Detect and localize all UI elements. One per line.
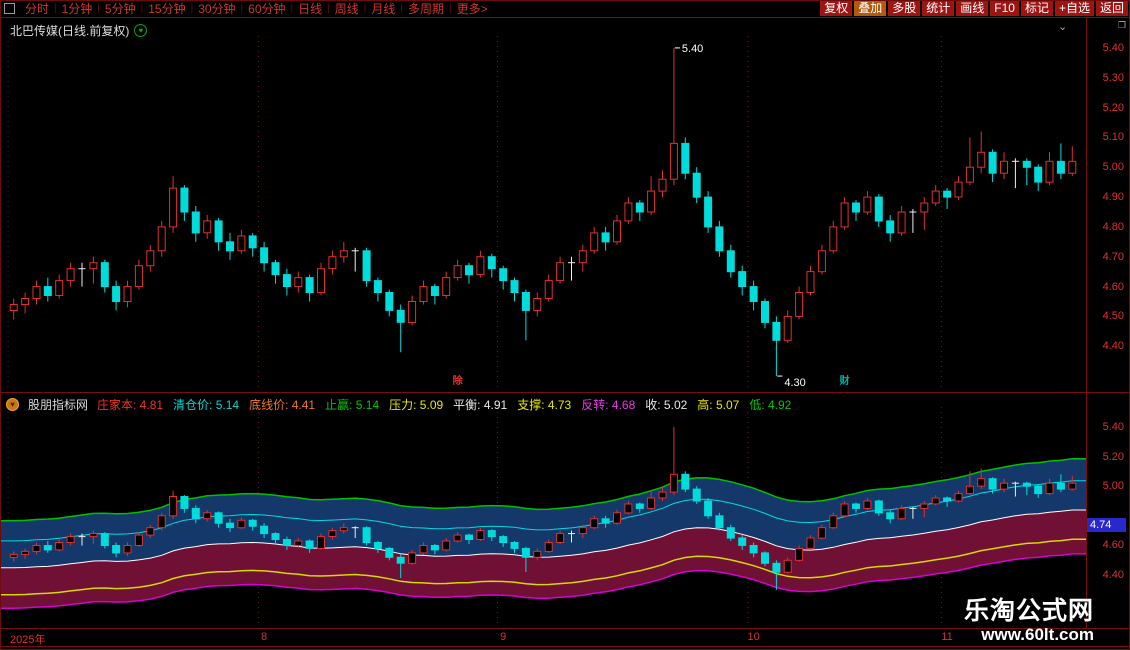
price-label: 4.40: [1103, 340, 1124, 352]
indicator-fields: 庄家本: 4.81 清仓价: 5.14 底线价: 4.41 止赢: 5.14 压力: 5…: [97, 396, 791, 413]
period-item[interactable]: 30分钟: [193, 0, 240, 17]
price-label: 5.40: [1103, 42, 1124, 54]
indicator-field: 高: 5.07: [697, 396, 739, 413]
chevron-down-icon[interactable]: ⌄: [1058, 20, 1067, 33]
date-label: 9: [500, 631, 506, 643]
event-marker: 财: [839, 374, 850, 387]
indicator-field: 低: 4.92: [749, 396, 791, 413]
period-item[interactable]: 1分钟: [57, 0, 98, 17]
toolbar-button[interactable]: 返回: [1096, 1, 1128, 16]
toolbar-button[interactable]: 复权: [820, 1, 852, 16]
favorite-heart-icon[interactable]: ♥: [134, 24, 147, 37]
toolbar-button[interactable]: +自选: [1055, 1, 1094, 16]
price-label: 4.90: [1103, 191, 1124, 203]
toolbar-button[interactable]: F10: [990, 1, 1019, 16]
indicator-header: ♥ 股朋指标网 庄家本: 4.81 清仓价: 5.14 底线价: 4.41 止赢: 5…: [6, 396, 791, 413]
price-label: 5.00: [1103, 161, 1124, 173]
indicator-field: 庄家本: 4.81: [97, 396, 163, 413]
toolbar-button[interactable]: 统计: [922, 1, 954, 16]
period-item[interactable]: 15分钟: [143, 0, 190, 17]
price-label: 5.20: [1103, 102, 1124, 114]
price-axis-main: 5.40 5.30 5.20 5.10 5.00 4.90 4.80 4.70 4.60 4.50…: [1086, 18, 1130, 392]
app-window-icon[interactable]: [4, 3, 15, 14]
period-item[interactable]: 更多>: [452, 0, 493, 17]
watermark-url: www.60lt.com: [964, 625, 1094, 644]
toolbar: 分时|1分钟|5分钟|15分钟|30分钟|60分钟|日线|周线|月线|多周期|更…: [0, 0, 1130, 18]
indicator-field: 压力: 5.09: [389, 396, 443, 413]
date-label: 10: [747, 631, 759, 643]
indicator-field: 底线价: 4.41: [249, 396, 315, 413]
window-restore-icon[interactable]: ❐: [1118, 20, 1126, 31]
main-chart-panel[interactable]: 5.404.30除财 北巴传媒(日线.前复权) ♥ ⌄ ❐ 5.405.305.…: [0, 18, 1130, 392]
indicator-field: 反转: 4.68: [581, 396, 635, 413]
indicator-field: 平衡: 4.91: [453, 396, 507, 413]
period-item[interactable]: 60分钟: [243, 0, 290, 17]
indicator-field: 止赢: 5.14: [325, 396, 379, 413]
watermark-site-name: 乐淘公式网: [964, 597, 1094, 625]
toolbar-button[interactable]: 画线: [956, 1, 988, 16]
watermark: 乐淘公式网 www.60lt.com: [964, 597, 1094, 644]
price-label: 4.70: [1103, 251, 1124, 263]
indicator-field: 支撑: 4.73: [517, 396, 571, 413]
price-label: 4.60: [1103, 281, 1124, 293]
toolbar-button[interactable]: 标记: [1021, 1, 1053, 16]
price-label: 5.30: [1103, 72, 1124, 84]
price-label: 4.50: [1103, 310, 1124, 322]
price-label: 5.40: [1103, 421, 1124, 433]
price-label: 4.80: [1103, 221, 1124, 233]
toolbar-button[interactable]: 叠加: [854, 1, 886, 16]
period-item[interactable]: 多周期: [403, 0, 449, 17]
indicator-logo-icon: ♥: [6, 398, 19, 411]
date-label: 11: [941, 631, 952, 643]
price-label: 4.40: [1103, 569, 1124, 581]
toolbar-actions: 复权叠加多股统计画线F10标记+自选返回: [820, 1, 1130, 16]
period-menu: 分时|1分钟|5分钟|15分钟|30分钟|60分钟|日线|周线|月线|多周期|更…: [20, 0, 493, 17]
period-item[interactable]: 月线: [366, 0, 400, 17]
date-label: 8: [261, 631, 267, 643]
period-item[interactable]: 分时: [20, 0, 54, 17]
price-label: 4.60: [1103, 539, 1124, 551]
price-axis-sub: 5.40 5.20 5.00 4.60 4.40: [1086, 393, 1130, 629]
price-label: 5.10: [1103, 131, 1124, 143]
chart-title: 北巴传媒(日线.前复权): [10, 22, 129, 39]
period-item[interactable]: 日线: [293, 0, 327, 17]
indicator-field: 清仓价: 5.14: [173, 396, 239, 413]
indicator-panel[interactable]: ♥ 股朋指标网 庄家本: 4.81 清仓价: 5.14 底线价: 4.41 止赢: 5…: [0, 392, 1130, 629]
indicator-field: 收: 5.02: [645, 396, 687, 413]
date-axis: 2025年 8 9 10 11: [0, 628, 1130, 647]
price-label: 5.20: [1103, 451, 1124, 463]
period-item[interactable]: 5分钟: [100, 0, 141, 17]
period-item[interactable]: 周线: [330, 0, 364, 17]
candles-layer: [10, 48, 1076, 376]
candlestick-chart[interactable]: 5.40 4.30 除 财: [0, 18, 1086, 392]
indicator-chart[interactable]: [0, 393, 1086, 629]
price-badge: 4.74: [1087, 518, 1126, 532]
chart-title-row: 北巴传媒(日线.前复权) ♥: [10, 22, 147, 39]
price-label: 5.00: [1103, 480, 1124, 492]
toolbar-button[interactable]: 多股: [888, 1, 920, 16]
indicator-source: 股朋指标网: [28, 396, 88, 413]
date-label: 2025年: [10, 631, 45, 647]
event-marker: 除: [453, 374, 464, 387]
price-annotation: 5.40: [682, 43, 703, 55]
price-annotation: 4.30: [784, 377, 805, 389]
